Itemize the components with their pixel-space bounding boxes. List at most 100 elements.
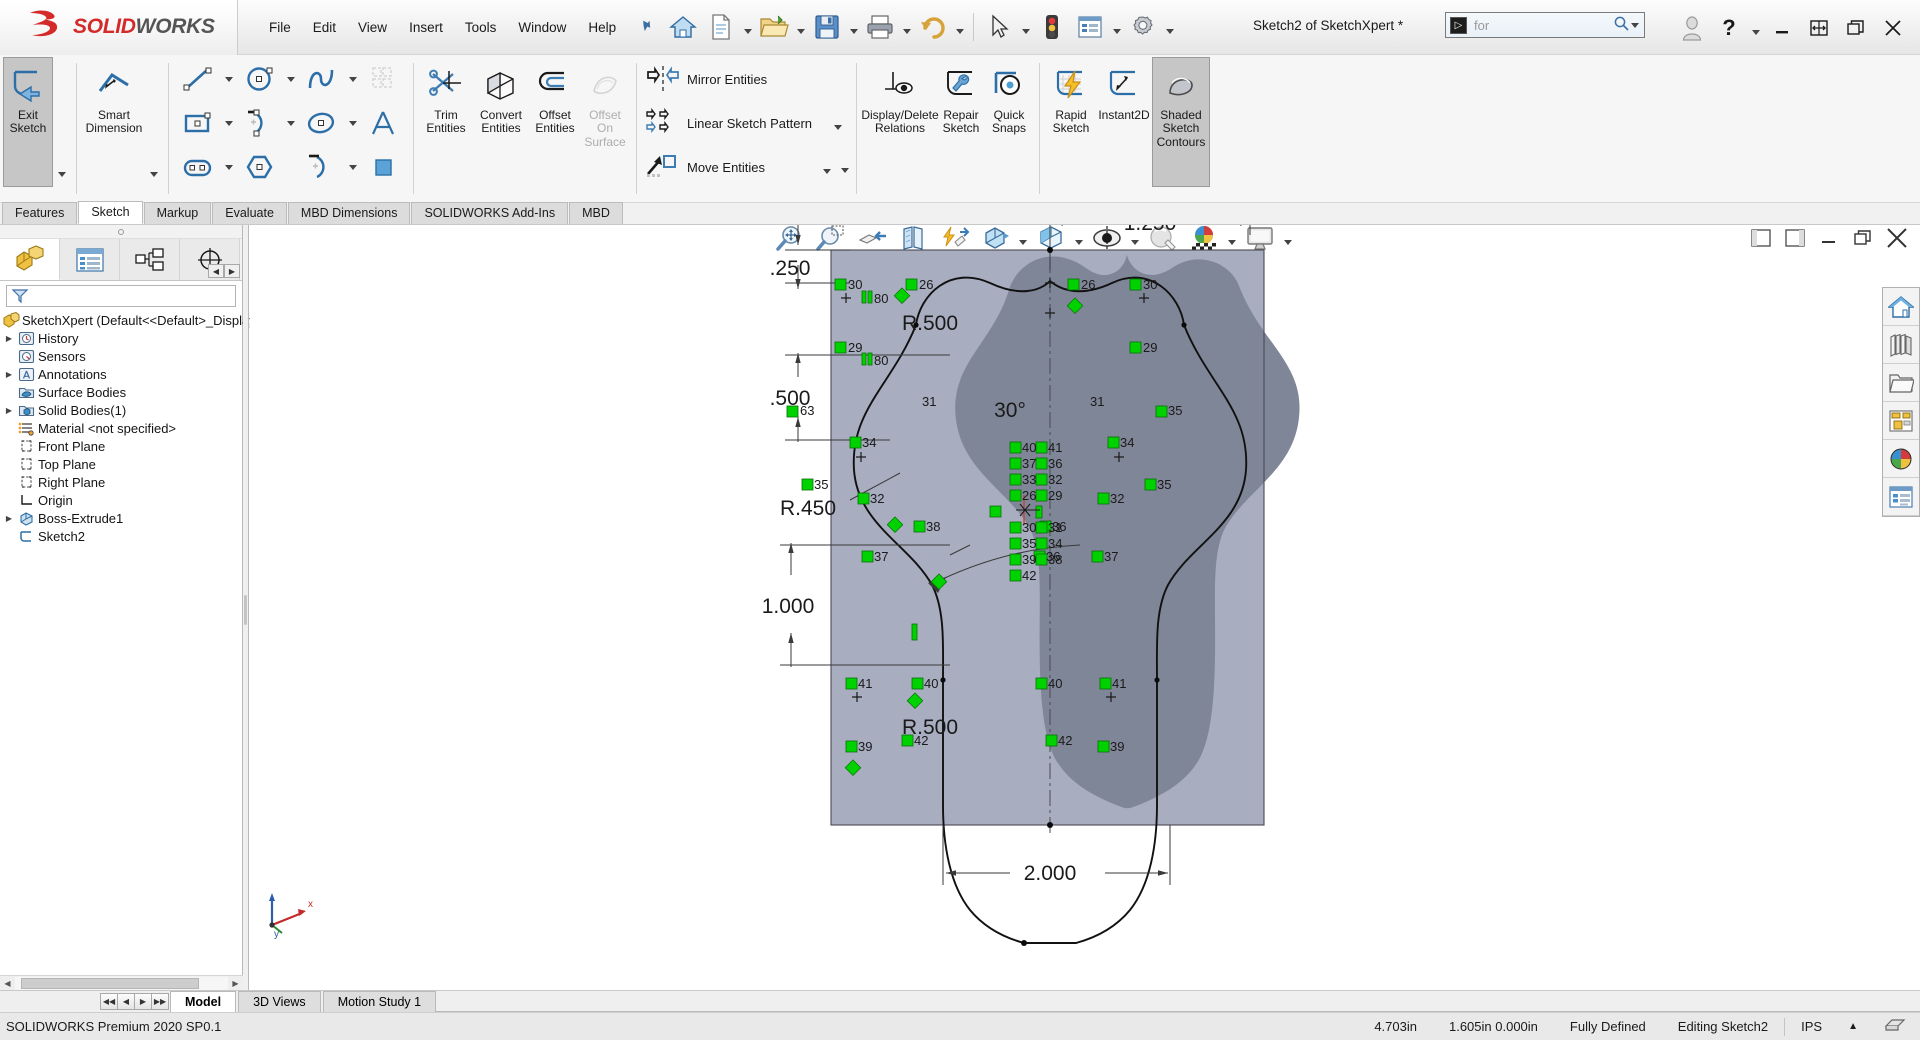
circle-tool[interactable] (237, 57, 299, 101)
tree-item-boss-extrude1[interactable]: ▶ Boss-Extrude1 (2, 509, 242, 527)
slot-caret[interactable] (221, 164, 237, 170)
close-icon[interactable] (1876, 10, 1910, 46)
ellipse-tool[interactable] (299, 101, 361, 145)
rebuild-button[interactable] (1034, 7, 1070, 47)
tab-mbd-dimensions[interactable]: MBD Dimensions (287, 202, 411, 224)
options-button[interactable] (1125, 7, 1161, 47)
save-caret[interactable] (847, 7, 860, 47)
menu-file[interactable]: File (258, 14, 302, 41)
scroll-right-arrow[interactable]: ▶ (228, 976, 243, 990)
minimize-icon[interactable] (1765, 10, 1799, 46)
exit-sketch-button[interactable]: Exit Sketch (3, 57, 53, 187)
panel-scroll-left[interactable]: ◀ (208, 264, 224, 278)
undo-button[interactable] (915, 7, 951, 47)
tree-item-annotations[interactable]: ▶ Annotations (2, 365, 242, 383)
status-units-caret[interactable]: ▲ (1838, 1021, 1868, 1032)
arc-tool[interactable] (237, 101, 299, 145)
text-tool[interactable] (361, 101, 407, 145)
ellipse-caret[interactable] (345, 120, 361, 126)
search-input[interactable]: for (1474, 18, 1613, 33)
scroll-track[interactable] (15, 976, 228, 990)
panel-split-icon[interactable] (1802, 10, 1836, 46)
history-twisty[interactable]: ▶ (2, 334, 16, 343)
help-caret[interactable] (1749, 8, 1762, 48)
nav-prev-button[interactable]: ◀ (117, 993, 135, 1010)
bottom-tab-motion-study[interactable]: Motion Study 1 (322, 991, 437, 1012)
partial-ellipse-caret[interactable] (345, 164, 361, 170)
linear-sketch-pattern-button[interactable]: Linear Sketch Pattern (643, 101, 843, 145)
linear-pattern-caret[interactable] (812, 103, 843, 143)
spline-tool[interactable] (299, 57, 361, 101)
menu-tools[interactable]: Tools (454, 14, 508, 41)
help-button[interactable]: ? (1712, 10, 1746, 46)
search-caret[interactable] (1630, 22, 1640, 28)
undo-caret[interactable] (953, 7, 966, 47)
tree-horizontal-scrollbar[interactable]: ◀ ▶ (0, 975, 243, 990)
status-units[interactable]: IPS (1785, 1019, 1838, 1034)
tree-item-right-plane[interactable]: Right Plane (2, 473, 242, 491)
tree-item-origin[interactable]: Origin (2, 491, 242, 509)
bottom-tab-3d-views[interactable]: 3D Views (238, 991, 321, 1012)
convert-entities-button[interactable]: Convert Entities (472, 57, 530, 200)
plane-tool[interactable] (361, 145, 407, 189)
sketch-canvas[interactable]: 1.250 .250 .500 1.000 R.500 R.450 R.500 … (250, 225, 1920, 990)
trim-entities-button[interactable]: Trim Entities (420, 57, 472, 200)
tab-evaluate[interactable]: Evaluate (212, 202, 287, 224)
configuration-manager-tab[interactable] (120, 239, 180, 280)
tree-item-top-plane[interactable]: Top Plane (2, 455, 242, 473)
menu-window[interactable]: Window (507, 14, 577, 41)
tab-mbd[interactable]: MBD (569, 202, 623, 224)
arc-caret[interactable] (283, 120, 299, 126)
move-entities-button[interactable]: Move Entities (643, 145, 833, 189)
home-button[interactable] (665, 7, 701, 47)
tree-item-sketch2[interactable]: Sketch2 (2, 527, 242, 545)
menu-insert[interactable]: Insert (398, 14, 454, 41)
rectangle-caret[interactable] (221, 120, 237, 126)
print-caret[interactable] (900, 7, 913, 47)
mirror-entities-button[interactable]: Mirror Entities (643, 57, 833, 101)
polygon-tool[interactable] (237, 145, 299, 189)
tree-filter-bar[interactable] (6, 285, 236, 307)
pushpin-icon[interactable] (631, 14, 656, 40)
slot-tool[interactable] (175, 145, 237, 189)
options-caret[interactable] (1163, 7, 1176, 47)
overlay-icon[interactable] (1868, 1016, 1920, 1037)
rectangle-tool[interactable] (175, 101, 237, 145)
menu-help[interactable]: Help (577, 14, 627, 41)
select-caret[interactable] (1019, 7, 1032, 47)
rapid-sketch-button[interactable]: Rapid Sketch (1046, 57, 1096, 200)
nav-first-button[interactable]: ◀◀ (100, 993, 118, 1010)
tab-markup[interactable]: Markup (143, 202, 212, 224)
tree-item-sensors[interactable]: Sensors (2, 347, 242, 365)
annotations-twisty[interactable]: ▶ (2, 370, 16, 379)
pattern-expand-caret[interactable] (838, 146, 851, 186)
move-entities-caret[interactable] (801, 147, 831, 187)
new-document-button[interactable] (703, 7, 739, 47)
exit-sketch-more-caret[interactable] (55, 150, 68, 190)
file-properties-caret[interactable] (1110, 7, 1123, 47)
display-delete-relations-button[interactable]: Display/Delete Relations (861, 57, 939, 200)
restore-icon[interactable] (1839, 10, 1873, 46)
tab-features[interactable]: Features (2, 202, 78, 224)
panel-scroll-right[interactable]: ▶ (224, 264, 240, 278)
offset-entities-button[interactable]: Offset Entities (530, 57, 580, 200)
tab-solidworks-addins[interactable]: SOLIDWORKS Add-Ins (411, 202, 569, 224)
new-document-caret[interactable] (741, 7, 754, 47)
smart-dimension-caret[interactable] (147, 150, 160, 190)
tree-item-surface-bodies[interactable]: Surface Bodies (2, 383, 242, 401)
offset-on-surface-button[interactable]: Offset On Surface (580, 57, 630, 200)
open-caret[interactable] (794, 7, 807, 47)
partial-ellipse-tool[interactable] (299, 145, 361, 189)
circle-caret[interactable] (283, 76, 299, 82)
feature-manager-tab[interactable] (0, 239, 60, 280)
smart-dimension-button[interactable]: Smart Dimension (83, 57, 145, 200)
tree-item-history[interactable]: ▶ History (2, 329, 242, 347)
property-manager-tab[interactable] (60, 239, 120, 280)
graphics-area[interactable]: 1.250 .250 .500 1.000 R.500 R.450 R.500 … (250, 225, 1920, 990)
line-tool[interactable] (175, 57, 237, 101)
search-icon[interactable] (1613, 15, 1630, 36)
quick-snaps-button[interactable]: Quick Snaps (985, 57, 1033, 200)
tree-item-front-plane[interactable]: Front Plane (2, 437, 242, 455)
line-caret[interactable] (221, 76, 237, 82)
save-button[interactable] (809, 7, 845, 47)
